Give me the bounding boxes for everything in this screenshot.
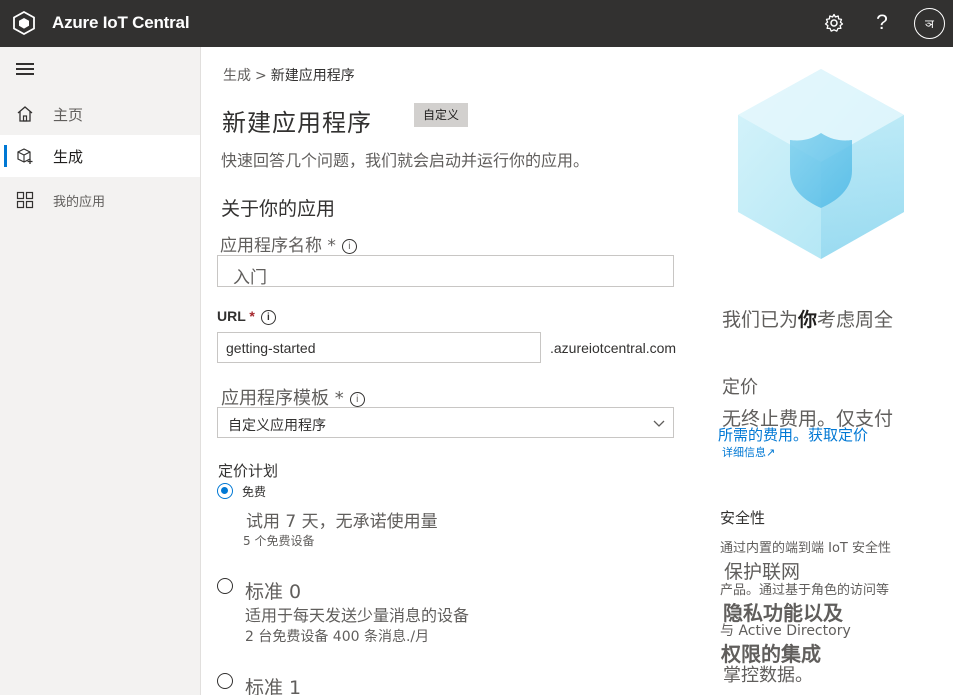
app-name-label: 应用程序名称 * i: [220, 231, 357, 256]
plan-free-radio[interactable]: [217, 483, 233, 499]
sidebar-item-label: 生成: [53, 147, 84, 166]
template-dropdown[interactable]: 自定义应用程序: [217, 407, 674, 438]
iot-central-logo-icon: [13, 11, 35, 35]
plan-free-label[interactable]: 免费: [242, 483, 266, 500]
security-cube-illustration: [738, 69, 904, 259]
security-text: 掌控数据。: [723, 665, 813, 686]
breadcrumb-current: 新建应用程序: [270, 68, 355, 84]
help-icon[interactable]: ?: [869, 10, 895, 36]
section-title: 关于你的应用: [221, 198, 336, 220]
sidebar-item-home[interactable]: 主页: [0, 93, 200, 135]
security-text: 与 Active Directory: [720, 623, 851, 639]
right-panel-heading: 我们已为你考虑周全: [722, 309, 894, 331]
template-selected-value: 自定义应用程序: [228, 418, 326, 434]
plan-standard0-radio[interactable]: [217, 578, 233, 594]
url-suffix: .azureiotcentral.com: [550, 340, 677, 356]
breadcrumb-separator: >: [255, 68, 267, 84]
pricing-link[interactable]: 所需的费用。获取定价: [718, 424, 868, 445]
url-value: getting-started: [226, 340, 316, 356]
plan-standard0-label[interactable]: 标准 0: [245, 577, 301, 604]
plan-standard1-radio[interactable]: [217, 673, 233, 689]
main-content: 生成 > 新建应用程序 新建应用程序 自定义 快速回答几个问题，我们就会启动并运行你…: [201, 47, 953, 695]
app-name-value: 入门: [233, 268, 267, 288]
build-icon: [17, 148, 33, 164]
url-label: URL * i: [217, 308, 276, 325]
app-name-input[interactable]: 入门: [217, 255, 674, 288]
sidebar-item-my-apps[interactable]: 我的应用: [0, 179, 200, 221]
user-avatar[interactable]: ञ: [914, 8, 945, 39]
page-title: 新建应用程序: [222, 109, 372, 137]
sidebar-item-build[interactable]: 生成: [0, 135, 200, 177]
breadcrumb: 生成 > 新建应用程序: [223, 65, 355, 85]
security-text: 产品。通过基于角色的访问等: [720, 583, 890, 598]
hamburger-menu-icon[interactable]: [16, 63, 34, 77]
security-text: 通过内置的端到端 IoT 安全性: [720, 541, 891, 556]
plan-standard0-detail: 2 台免费设备 400 条消息./月: [245, 629, 430, 645]
settings-gear-icon[interactable]: [821, 10, 847, 36]
info-icon[interactable]: i: [349, 391, 365, 407]
home-icon: [17, 106, 33, 122]
pricing-title: 定价: [722, 377, 758, 398]
page-subtitle: 快速回答几个问题，我们就会启动并运行你的应用。: [221, 151, 590, 170]
sidebar: 主页 生成 我的应用: [0, 47, 201, 695]
pricing-details-link[interactable]: 详细信息↗: [722, 444, 775, 460]
top-bar: Azure IoT Central ? ञ: [0, 0, 953, 47]
apps-icon: [16, 191, 34, 209]
info-icon[interactable]: i: [260, 309, 276, 325]
plan-free-description: 试用 7 天，无承诺使用量: [246, 512, 438, 532]
plan-standard1-label[interactable]: 标准 1: [245, 673, 301, 695]
plan-standard0-description: 适用于每天发送少量消息的设备: [245, 606, 470, 625]
sidebar-item-label: 主页: [53, 105, 84, 124]
plan-free-detail: 5 个免费设备: [243, 534, 315, 548]
custom-badge: 自定义: [414, 103, 469, 127]
url-input[interactable]: getting-started: [217, 332, 541, 363]
app-title[interactable]: Azure IoT Central: [52, 13, 190, 33]
breadcrumb-parent-link[interactable]: 生成: [223, 68, 251, 84]
security-title: 安全性: [720, 509, 766, 527]
chevron-down-icon: [653, 420, 665, 427]
sidebar-item-label: 我的应用: [53, 194, 106, 210]
pricing-plan-label: 定价计划: [218, 462, 279, 480]
external-link-icon: ↗: [766, 446, 776, 459]
info-icon[interactable]: i: [341, 238, 357, 254]
